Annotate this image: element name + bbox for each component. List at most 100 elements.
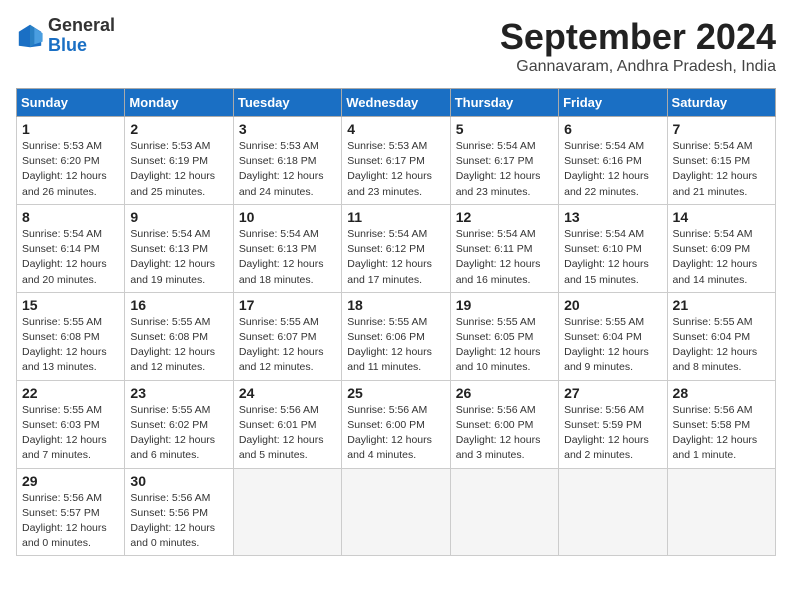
day-number: 25 [347,385,444,401]
calendar-cell [559,468,667,556]
day-of-week-header: Thursday [450,89,558,117]
day-number: 27 [564,385,661,401]
day-info: Sunrise: 5:53 AM Sunset: 6:18 PM Dayligh… [239,139,336,200]
day-info: Sunrise: 5:54 AM Sunset: 6:15 PM Dayligh… [673,139,770,200]
day-number: 24 [239,385,336,401]
day-of-week-header: Monday [125,89,233,117]
day-info: Sunrise: 5:55 AM Sunset: 6:02 PM Dayligh… [130,403,227,464]
calendar-cell: 7 Sunrise: 5:54 AM Sunset: 6:15 PM Dayli… [667,117,775,205]
day-info: Sunrise: 5:56 AM Sunset: 5:57 PM Dayligh… [22,491,119,552]
calendar-cell: 20 Sunrise: 5:55 AM Sunset: 6:04 PM Dayl… [559,292,667,380]
day-info: Sunrise: 5:56 AM Sunset: 5:58 PM Dayligh… [673,403,770,464]
day-number: 15 [22,297,119,313]
day-number: 21 [673,297,770,313]
day-number: 18 [347,297,444,313]
day-info: Sunrise: 5:54 AM Sunset: 6:10 PM Dayligh… [564,227,661,288]
day-number: 2 [130,121,227,137]
title-area: September 2024 Gannavaram, Andhra Prades… [500,16,776,76]
location-title: Gannavaram, Andhra Pradesh, India [500,58,776,76]
calendar-cell: 21 Sunrise: 5:55 AM Sunset: 6:04 PM Dayl… [667,292,775,380]
day-number: 10 [239,209,336,225]
day-info: Sunrise: 5:53 AM Sunset: 6:20 PM Dayligh… [22,139,119,200]
day-number: 20 [564,297,661,313]
calendar-cell: 18 Sunrise: 5:55 AM Sunset: 6:06 PM Dayl… [342,292,450,380]
day-number: 5 [456,121,553,137]
day-info: Sunrise: 5:54 AM Sunset: 6:14 PM Dayligh… [22,227,119,288]
day-number: 26 [456,385,553,401]
calendar-cell: 1 Sunrise: 5:53 AM Sunset: 6:20 PM Dayli… [17,117,125,205]
calendar-cell: 17 Sunrise: 5:55 AM Sunset: 6:07 PM Dayl… [233,292,341,380]
day-info: Sunrise: 5:53 AM Sunset: 6:17 PM Dayligh… [347,139,444,200]
day-info: Sunrise: 5:53 AM Sunset: 6:19 PM Dayligh… [130,139,227,200]
calendar-cell: 8 Sunrise: 5:54 AM Sunset: 6:14 PM Dayli… [17,204,125,292]
day-info: Sunrise: 5:56 AM Sunset: 6:00 PM Dayligh… [347,403,444,464]
calendar-cell: 27 Sunrise: 5:56 AM Sunset: 5:59 PM Dayl… [559,380,667,468]
day-info: Sunrise: 5:54 AM Sunset: 6:13 PM Dayligh… [239,227,336,288]
day-info: Sunrise: 5:55 AM Sunset: 6:05 PM Dayligh… [456,315,553,376]
day-number: 28 [673,385,770,401]
month-title: September 2024 [500,16,776,58]
calendar-cell: 6 Sunrise: 5:54 AM Sunset: 6:16 PM Dayli… [559,117,667,205]
day-info: Sunrise: 5:55 AM Sunset: 6:06 PM Dayligh… [347,315,444,376]
calendar-cell: 14 Sunrise: 5:54 AM Sunset: 6:09 PM Dayl… [667,204,775,292]
day-number: 4 [347,121,444,137]
calendar-cell: 24 Sunrise: 5:56 AM Sunset: 6:01 PM Dayl… [233,380,341,468]
day-info: Sunrise: 5:56 AM Sunset: 5:59 PM Dayligh… [564,403,661,464]
calendar-cell: 22 Sunrise: 5:55 AM Sunset: 6:03 PM Dayl… [17,380,125,468]
calendar-cell: 12 Sunrise: 5:54 AM Sunset: 6:11 PM Dayl… [450,204,558,292]
day-number: 17 [239,297,336,313]
day-info: Sunrise: 5:55 AM Sunset: 6:04 PM Dayligh… [673,315,770,376]
calendar-cell: 11 Sunrise: 5:54 AM Sunset: 6:12 PM Dayl… [342,204,450,292]
logo-text: General Blue [48,16,115,56]
day-number: 11 [347,209,444,225]
day-info: Sunrise: 5:55 AM Sunset: 6:03 PM Dayligh… [22,403,119,464]
day-info: Sunrise: 5:54 AM Sunset: 6:09 PM Dayligh… [673,227,770,288]
day-number: 30 [130,473,227,489]
calendar-cell: 29 Sunrise: 5:56 AM Sunset: 5:57 PM Dayl… [17,468,125,556]
day-info: Sunrise: 5:56 AM Sunset: 6:00 PM Dayligh… [456,403,553,464]
day-number: 16 [130,297,227,313]
day-of-week-header: Wednesday [342,89,450,117]
day-of-week-header: Tuesday [233,89,341,117]
calendar-cell: 5 Sunrise: 5:54 AM Sunset: 6:17 PM Dayli… [450,117,558,205]
day-number: 9 [130,209,227,225]
day-info: Sunrise: 5:55 AM Sunset: 6:07 PM Dayligh… [239,315,336,376]
logo: General Blue [16,16,115,56]
day-info: Sunrise: 5:55 AM Sunset: 6:08 PM Dayligh… [130,315,227,376]
calendar-cell: 25 Sunrise: 5:56 AM Sunset: 6:00 PM Dayl… [342,380,450,468]
calendar-cell: 10 Sunrise: 5:54 AM Sunset: 6:13 PM Dayl… [233,204,341,292]
day-info: Sunrise: 5:54 AM Sunset: 6:16 PM Dayligh… [564,139,661,200]
day-number: 19 [456,297,553,313]
calendar-cell: 26 Sunrise: 5:56 AM Sunset: 6:00 PM Dayl… [450,380,558,468]
day-info: Sunrise: 5:55 AM Sunset: 6:04 PM Dayligh… [564,315,661,376]
day-number: 8 [22,209,119,225]
day-number: 1 [22,121,119,137]
calendar-cell: 2 Sunrise: 5:53 AM Sunset: 6:19 PM Dayli… [125,117,233,205]
calendar-cell: 9 Sunrise: 5:54 AM Sunset: 6:13 PM Dayli… [125,204,233,292]
calendar-cell: 4 Sunrise: 5:53 AM Sunset: 6:17 PM Dayli… [342,117,450,205]
day-of-week-header: Friday [559,89,667,117]
day-number: 14 [673,209,770,225]
day-number: 13 [564,209,661,225]
calendar-cell: 30 Sunrise: 5:56 AM Sunset: 5:56 PM Dayl… [125,468,233,556]
calendar-cell [342,468,450,556]
day-number: 3 [239,121,336,137]
calendar-cell: 23 Sunrise: 5:55 AM Sunset: 6:02 PM Dayl… [125,380,233,468]
day-of-week-header: Sunday [17,89,125,117]
calendar-cell: 19 Sunrise: 5:55 AM Sunset: 6:05 PM Dayl… [450,292,558,380]
calendar-cell: 16 Sunrise: 5:55 AM Sunset: 6:08 PM Dayl… [125,292,233,380]
calendar-cell: 28 Sunrise: 5:56 AM Sunset: 5:58 PM Dayl… [667,380,775,468]
day-info: Sunrise: 5:56 AM Sunset: 6:01 PM Dayligh… [239,403,336,464]
calendar: SundayMondayTuesdayWednesdayThursdayFrid… [16,88,776,556]
day-info: Sunrise: 5:54 AM Sunset: 6:12 PM Dayligh… [347,227,444,288]
day-number: 6 [564,121,661,137]
day-info: Sunrise: 5:54 AM Sunset: 6:17 PM Dayligh… [456,139,553,200]
day-number: 29 [22,473,119,489]
day-info: Sunrise: 5:55 AM Sunset: 6:08 PM Dayligh… [22,315,119,376]
day-number: 22 [22,385,119,401]
day-number: 7 [673,121,770,137]
logo-icon [16,22,44,50]
day-number: 12 [456,209,553,225]
day-info: Sunrise: 5:56 AM Sunset: 5:56 PM Dayligh… [130,491,227,552]
calendar-cell [667,468,775,556]
